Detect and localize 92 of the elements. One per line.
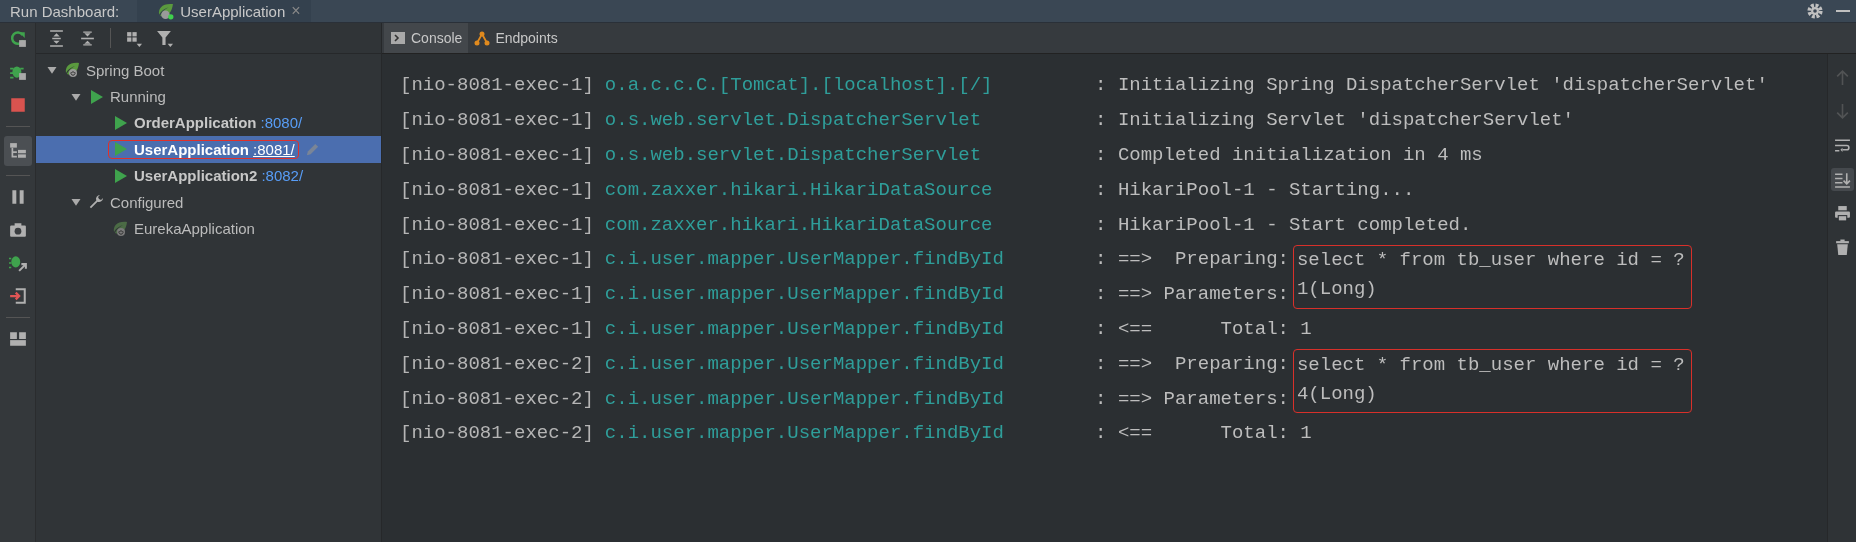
thread-name: [nio-8081-exec-1] [400, 283, 595, 306]
app-name: OrderApplication [134, 114, 257, 132]
tree-icon [8, 142, 27, 160]
tree-label: Spring Boot [86, 61, 165, 79]
sql-text: 4(Long) [1296, 381, 1378, 407]
log-message: : <== Total: 1 [1095, 317, 1312, 340]
sql-text: select * from tb_user where id = ? [1296, 248, 1685, 274]
spring-icon [112, 220, 128, 237]
tree-button[interactable] [3, 136, 32, 166]
group-button[interactable] [125, 29, 142, 47]
sql-text: 1(Long) [1296, 277, 1378, 303]
minimize-icon [1836, 10, 1850, 12]
soft-wrap-icon [1833, 137, 1851, 154]
tree-label: EurekaApplication [134, 220, 255, 238]
sql-text: select * from tb_user where id = ? [1296, 352, 1685, 378]
tree-row[interactable]: Spring Boot [36, 57, 381, 84]
rerun-icon [8, 30, 27, 48]
log-message: : ==> Parameters: [1095, 283, 1289, 306]
thread-name: [nio-8081-exec-1] [400, 213, 595, 236]
expand-all-button[interactable] [48, 29, 65, 47]
thread-name: [nio-8081-exec-1] [400, 317, 595, 340]
group-icon [125, 29, 142, 47]
console-tab[interactable]: Console [384, 23, 469, 53]
thread-name: [nio-8081-exec-2] [400, 387, 595, 410]
spring-icon [157, 2, 175, 20]
logger-name: c.i.user.mapper.UserMapper.findById [604, 352, 1005, 375]
logger-name: c.i.user.mapper.UserMapper.findById [604, 283, 1005, 306]
pencil-icon [304, 141, 320, 157]
run-tab[interactable]: UserApplication × [137, 0, 311, 22]
play-icon [112, 167, 128, 184]
trash-icon [1833, 239, 1851, 256]
filter-button[interactable] [156, 29, 173, 47]
log-message: : Completed initialization in 4 ms [1095, 144, 1483, 166]
logger-name: com.zaxxer.hikari.HikariDataSource [604, 213, 994, 236]
port-link[interactable]: :8080/ [260, 114, 303, 132]
play-icon [88, 88, 104, 105]
scroll-to-end-button[interactable] [1830, 168, 1854, 191]
log-message: : Initializing Spring DispatcherServlet 'dispatcherServlet' [1095, 74, 1768, 97]
thread-name: [nio-8081-exec-1] [400, 109, 595, 132]
thread-name: [nio-8081-exec-1] [400, 248, 595, 271]
tree-row[interactable]: EurekaApplication [36, 215, 381, 242]
spring-icon [64, 62, 80, 79]
logger-name: c.i.user.mapper.UserMapper.findById [604, 387, 1005, 410]
tree-row[interactable]: Running [36, 83, 381, 110]
tree-row[interactable]: UserApplication :8081/ [36, 136, 381, 163]
play-icon [112, 114, 128, 131]
expand-all-icon [48, 29, 65, 47]
log-message: : HikariPool-1 - Starting... [1095, 178, 1415, 201]
console-tab[interactable]: Endpoints [468, 23, 564, 53]
tree-row[interactable]: UserApplication2 :8082/ [36, 162, 381, 189]
port-link[interactable]: :8082/ [261, 167, 304, 185]
thread-name: [nio-8081-exec-1] [400, 144, 595, 166]
thread-name: [nio-8081-exec-2] [400, 422, 595, 445]
camera-icon [8, 221, 27, 239]
endpoints-icon [474, 30, 491, 46]
logger-name: o.s.web.servlet.DispatcherServlet [604, 109, 983, 132]
layout-icon [8, 330, 27, 348]
printer-icon [1833, 205, 1851, 222]
thread-name: [nio-8081-exec-1] [400, 178, 595, 201]
wrench-icon [88, 194, 104, 211]
panel-title: Run Dashboard: [9, 2, 121, 20]
logger-name: com.zaxxer.hikari.HikariDataSource [604, 178, 994, 201]
log-message: : Initializing Servlet 'dispatcherServlet' [1095, 109, 1574, 132]
thread-name: [nio-8081-exec-2] [400, 352, 595, 375]
tree-row[interactable]: Configured [36, 188, 381, 216]
log-message: : ==> Parameters: [1095, 387, 1289, 410]
stop-icon [8, 96, 27, 114]
tree-label: Configured [110, 193, 184, 211]
terminal-icon [390, 30, 406, 46]
tree-row[interactable]: OrderApplication :8080/ [36, 109, 381, 137]
thread-name: [nio-8081-exec-1] [400, 74, 595, 97]
log-message: : <== Total: 1 [1095, 422, 1312, 445]
collapse-all-button[interactable] [79, 29, 96, 47]
log-message: : HikariPool-1 - Start completed. [1095, 213, 1472, 236]
port-link[interactable]: :8081/ [253, 140, 295, 158]
logger-name: c.i.user.mapper.UserMapper.findById [604, 422, 1005, 445]
logger-name: c.i.user.mapper.UserMapper.findById [604, 248, 1005, 271]
bug-icon [8, 254, 27, 272]
tree-label: Running [110, 88, 166, 106]
filter-icon [156, 29, 173, 47]
logger-name: c.i.user.mapper.UserMapper.findById [604, 317, 1005, 340]
logger-name: o.s.web.servlet.DispatcherServlet [604, 144, 983, 166]
app-name: UserApplication [134, 140, 250, 158]
collapse-all-icon [79, 29, 96, 47]
play-icon [112, 141, 128, 158]
log-message: : ==> Preparing: [1095, 248, 1289, 271]
log-message: : ==> Preparing: [1095, 352, 1289, 375]
exit-icon [8, 287, 27, 305]
logger-name: o.a.c.c.C.[Tomcat].[localhost].[/] [604, 74, 994, 97]
scroll-to-end-icon [1833, 171, 1851, 188]
bug-icon [8, 63, 27, 81]
app-name: UserApplication2 [134, 167, 258, 185]
